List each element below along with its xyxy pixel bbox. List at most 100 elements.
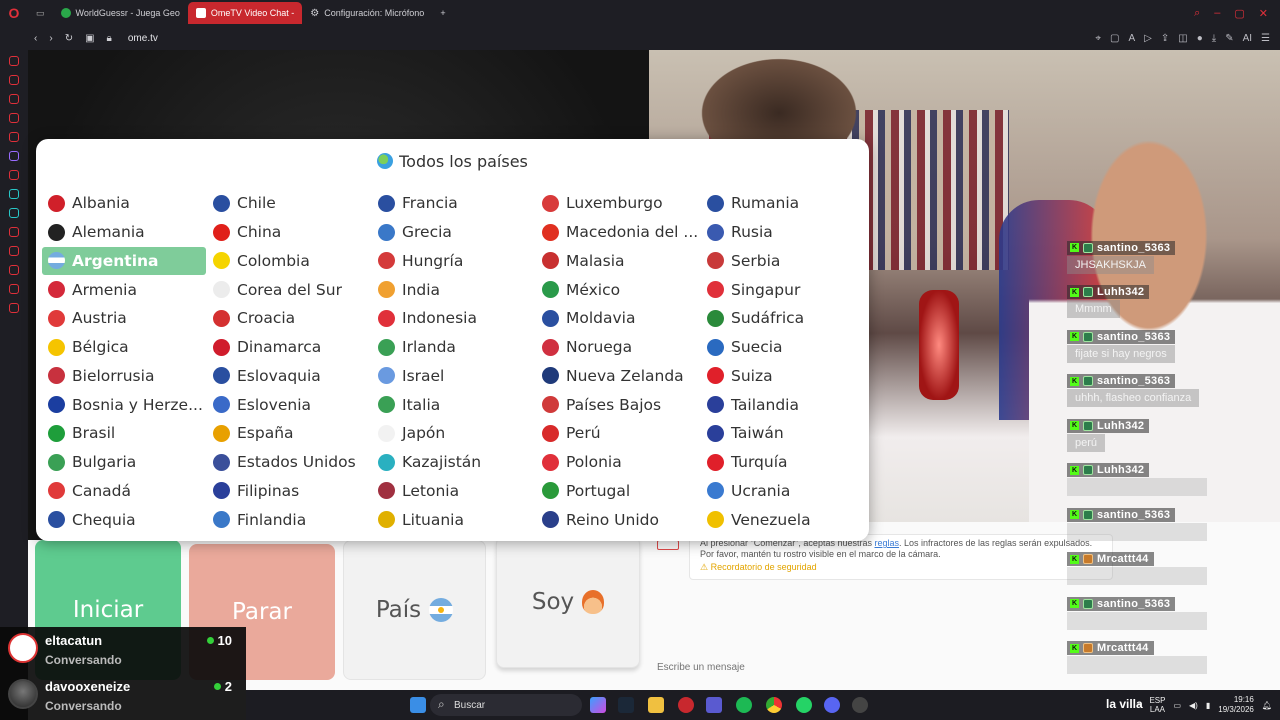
country-option[interactable]: Bulgaria xyxy=(42,448,206,477)
country-option[interactable]: Brasil xyxy=(42,419,206,448)
wallet-icon[interactable]: ◫ xyxy=(1178,33,1187,44)
country-option[interactable]: Ucrania xyxy=(701,477,865,506)
aria-icon[interactable] xyxy=(9,75,19,85)
country-option[interactable]: Reino Unido xyxy=(536,505,700,534)
snapshot-icon[interactable]: ▣ xyxy=(85,33,94,44)
obs-icon[interactable] xyxy=(852,697,868,713)
country-option[interactable]: Polonia xyxy=(536,448,700,477)
country-option[interactable]: Argentina xyxy=(42,246,206,276)
country-option[interactable]: Noruega xyxy=(536,333,700,362)
country-option[interactable]: Croacia xyxy=(207,304,371,333)
country-option[interactable]: Países Bajos xyxy=(536,390,700,419)
tab-settings-microphone[interactable]: ⚙ Configuración: Micrófono xyxy=(302,2,432,24)
whatsapp-icon[interactable] xyxy=(9,208,19,218)
country-option[interactable]: Lituania xyxy=(372,505,536,534)
minimize-icon[interactable]: – xyxy=(1214,7,1220,20)
country-option[interactable]: Sudáfrica xyxy=(701,304,865,333)
home-icon[interactable] xyxy=(9,56,19,66)
forward-icon[interactable]: › xyxy=(49,33,52,44)
tab-sidebar-toggle[interactable]: ▭ xyxy=(28,2,53,24)
country-option[interactable]: Portugal xyxy=(536,477,700,506)
share-icon[interactable]: ⇪ xyxy=(1161,33,1169,44)
country-option[interactable]: Tailandia xyxy=(701,390,865,419)
network-icon[interactable]: ▭ xyxy=(1173,701,1181,710)
country-option[interactable]: Rusia xyxy=(701,218,865,247)
taskbar-search[interactable]: Buscar xyxy=(430,694,582,716)
discord-icon[interactable] xyxy=(824,697,840,713)
country-option[interactable]: China xyxy=(207,218,371,247)
screenshot-icon[interactable]: ▢ xyxy=(1110,33,1119,44)
country-option[interactable]: Filipinas xyxy=(207,477,371,506)
download-icon[interactable]: ⤓ xyxy=(1212,33,1216,44)
ai-button[interactable]: AI xyxy=(1243,33,1252,44)
tab-ometv[interactable]: OmeTV Video Chat - xyxy=(187,2,303,24)
instagram-icon[interactable] xyxy=(9,113,19,123)
country-option[interactable]: México xyxy=(536,275,700,304)
country-option[interactable]: España xyxy=(207,419,371,448)
country-option[interactable]: Colombia xyxy=(207,247,371,276)
language-indicator[interactable]: ESP LAA xyxy=(1149,696,1165,714)
country-option[interactable]: Indonesia xyxy=(372,304,536,333)
messenger-icon[interactable] xyxy=(9,94,19,104)
instagram-2-icon[interactable] xyxy=(9,170,19,180)
country-option[interactable]: Perú xyxy=(536,419,700,448)
country-option[interactable]: Turquía xyxy=(701,448,865,477)
opera-logo-icon[interactable]: O xyxy=(0,0,28,26)
country-option[interactable]: Suiza xyxy=(701,362,865,391)
country-option[interactable]: Malasia xyxy=(536,247,700,276)
country-option[interactable]: Armenia xyxy=(42,275,206,304)
country-option[interactable]: Francia xyxy=(372,189,536,218)
notifications-icon[interactable]: 🔔︎ xyxy=(1262,701,1272,710)
country-option[interactable]: Israel xyxy=(372,362,536,391)
whatsapp-icon[interactable] xyxy=(796,697,812,713)
new-tab-button[interactable]: + xyxy=(432,2,453,24)
close-icon[interactable]: ✕ xyxy=(1259,7,1268,20)
battery-icon[interactable]: ▮ xyxy=(1206,701,1210,710)
gender-button[interactable]: Soy xyxy=(496,536,640,668)
country-option[interactable]: Eslovaquia xyxy=(207,362,371,391)
twitch-icon[interactable] xyxy=(9,151,19,161)
pin-icon[interactable]: ⌖ xyxy=(1095,33,1101,44)
country-option[interactable]: Grecia xyxy=(372,218,536,247)
country-option[interactable]: Corea del Sur xyxy=(207,275,371,304)
rules-link[interactable]: reglas xyxy=(874,538,899,548)
country-option[interactable]: Serbia xyxy=(701,247,865,276)
country-option[interactable]: Letonia xyxy=(372,477,536,506)
country-option[interactable]: Canadá xyxy=(42,477,206,506)
play-icon[interactable]: ▷ xyxy=(1144,33,1152,44)
maximize-icon[interactable]: ▢ xyxy=(1234,7,1244,20)
copilot-icon[interactable] xyxy=(590,697,606,713)
windows-start-icon[interactable] xyxy=(410,697,426,713)
spotify-icon[interactable] xyxy=(736,697,752,713)
dropdown-header[interactable]: Todos los países xyxy=(36,139,869,183)
steam-icon[interactable] xyxy=(618,697,634,713)
tiktok-icon[interactable] xyxy=(9,189,19,199)
country-option[interactable]: Austria xyxy=(42,304,206,333)
country-option[interactable]: Chile xyxy=(207,189,371,218)
country-option[interactable]: Bosnia y Herze... xyxy=(42,390,206,419)
mail-icon[interactable] xyxy=(9,132,19,142)
country-option[interactable]: Macedonia del ... xyxy=(536,218,700,247)
country-option[interactable]: Chequia xyxy=(42,505,206,534)
country-option[interactable]: Albania xyxy=(42,189,206,218)
country-option[interactable]: Suecia xyxy=(701,333,865,362)
bookmarks-icon[interactable] xyxy=(9,265,19,275)
country-option[interactable]: Eslovenia xyxy=(207,390,371,419)
search-tabs-icon[interactable]: ⌕ xyxy=(1194,7,1200,20)
menu-icon[interactable]: ☰ xyxy=(1261,33,1270,44)
safety-reminder[interactable]: ⚠ Recordatorio de seguridad xyxy=(700,562,1102,573)
extensions-icon[interactable]: ✎ xyxy=(1225,33,1233,44)
country-option[interactable]: Kazajistán xyxy=(372,448,536,477)
country-option[interactable]: Dinamarca xyxy=(207,333,371,362)
teams-icon[interactable] xyxy=(706,697,722,713)
history-icon[interactable] xyxy=(9,246,19,256)
file-explorer-icon[interactable] xyxy=(648,697,664,713)
country-option[interactable]: Rumania xyxy=(701,189,865,218)
country-option[interactable]: Moldavia xyxy=(536,304,700,333)
country-option[interactable]: Luxemburgo xyxy=(536,189,700,218)
country-option[interactable]: Taiwán xyxy=(701,419,865,448)
country-option[interactable]: Bielorrusia xyxy=(42,362,206,391)
country-option[interactable]: Nueva Zelanda xyxy=(536,362,700,391)
back-icon[interactable]: ‹ xyxy=(34,33,37,44)
music-icon[interactable] xyxy=(9,227,19,237)
